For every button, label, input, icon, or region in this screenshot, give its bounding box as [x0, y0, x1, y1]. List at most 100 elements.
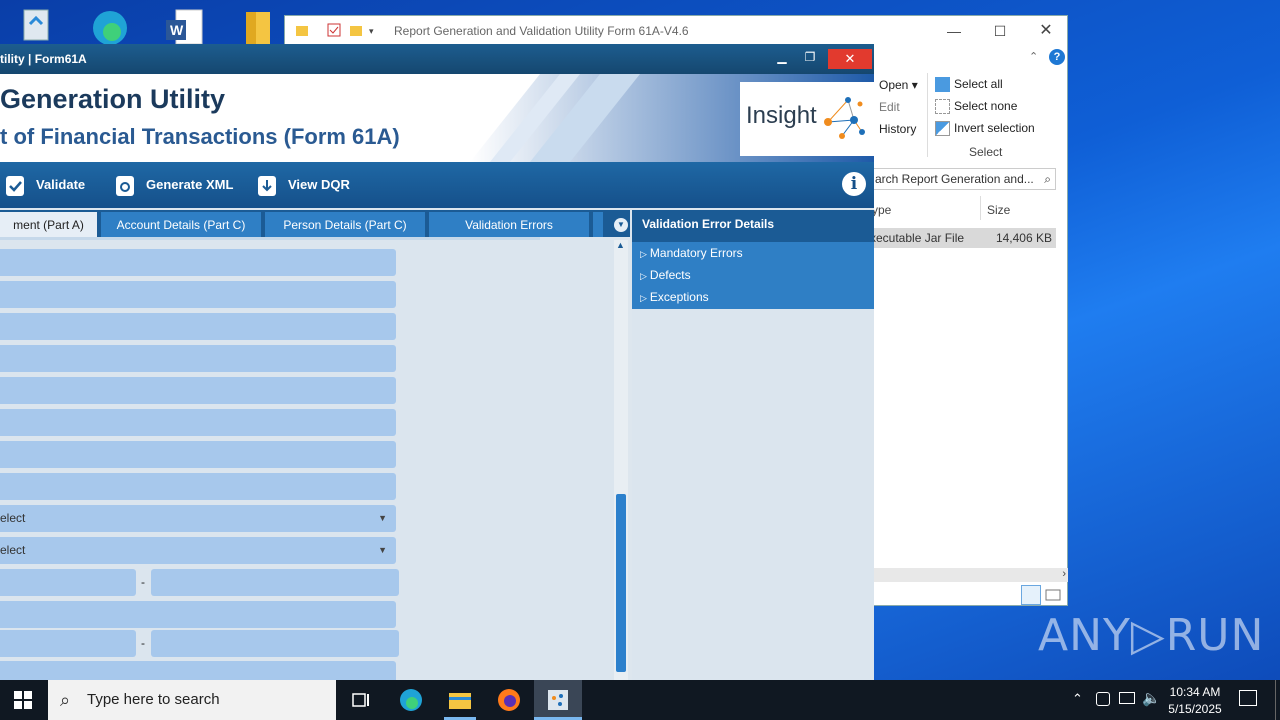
- tab-person-details[interactable]: Person Details (Part C): [265, 212, 425, 237]
- tab-account-details[interactable]: Account Details (Part C): [101, 212, 261, 237]
- app-minimize-button[interactable]: ▁: [772, 50, 792, 64]
- range-field-1-end[interactable]: [151, 569, 399, 596]
- app-restore-button[interactable]: ❐: [800, 50, 820, 64]
- task-view-icon[interactable]: [349, 688, 373, 712]
- select-field-2[interactable]: elect ▼: [0, 537, 396, 564]
- taskbar-search-box[interactable]: ⌕ Type here to search: [48, 680, 336, 720]
- insight-logo-mark: [824, 97, 865, 139]
- file-type: xecutable Jar File: [870, 231, 965, 245]
- history-button[interactable]: History: [879, 122, 916, 136]
- form-field-8[interactable]: [0, 473, 396, 500]
- range-dash-2: -: [141, 636, 145, 650]
- form-field-10[interactable]: [0, 661, 396, 682]
- error-panel-title: Validation Error Details: [632, 210, 874, 242]
- recycle-bin-icon[interactable]: [14, 6, 58, 44]
- new-folder-icon[interactable]: [349, 23, 363, 37]
- range-field-2-end[interactable]: [151, 630, 399, 657]
- form-vertical-scrollbar[interactable]: ▲: [614, 240, 628, 682]
- error-category-exceptions[interactable]: ▷ Exceptions: [640, 290, 709, 304]
- error-category-defects[interactable]: ▷ Defects: [640, 268, 691, 282]
- details-view-icon[interactable]: [1021, 585, 1041, 605]
- taskbar-search-placeholder: Type here to search: [87, 691, 220, 708]
- range-field-1-start[interactable]: [0, 569, 136, 596]
- tab-overflow[interactable]: [593, 212, 603, 237]
- column-divider: [980, 196, 981, 220]
- edit-button[interactable]: Edit: [879, 100, 900, 114]
- file-row[interactable]: xecutable Jar File 14,406 KB: [870, 228, 1056, 248]
- minimize-button[interactable]: —: [931, 16, 977, 46]
- folder-icon[interactable]: [295, 23, 309, 37]
- explorer-search-input[interactable]: arch Report Generation and... ⌕: [870, 168, 1056, 190]
- generate-xml-button[interactable]: Generate XML: [116, 172, 233, 198]
- select-none-label: Select none: [954, 99, 1018, 113]
- form-field-2[interactable]: [0, 281, 396, 308]
- scroll-right-arrow-icon[interactable]: ›: [1062, 568, 1066, 580]
- error-category-mandatory[interactable]: ▷ Mandatory Errors: [640, 246, 743, 260]
- error-category-label: Exceptions: [649, 290, 709, 304]
- insight-logo: Insight: [746, 102, 817, 129]
- volume-icon[interactable]: 🔈: [1142, 689, 1161, 707]
- search-icon: ⌕: [1044, 172, 1051, 186]
- tabs-dropdown-icon[interactable]: ▼: [614, 218, 628, 232]
- form-field-6[interactable]: [0, 409, 396, 436]
- invert-selection-label: Invert selection: [954, 121, 1035, 135]
- search-placeholder: arch Report Generation and...: [875, 172, 1034, 186]
- select-all-button[interactable]: Select all: [935, 77, 1003, 93]
- view-dqr-label: View DQR: [288, 177, 350, 192]
- explorer-column-headers: ype Size: [870, 196, 1060, 222]
- taskbar-clock[interactable]: 10:34 AM 5/15/2025: [1160, 684, 1230, 718]
- horizontal-scrollbar[interactable]: ›: [870, 568, 1068, 582]
- file-explorer-taskbar-icon[interactable]: [448, 688, 472, 712]
- form-field-7[interactable]: [0, 441, 396, 468]
- form-field-1[interactable]: [0, 249, 396, 276]
- meet-now-icon[interactable]: [1096, 692, 1110, 706]
- folder-desktop-icon[interactable]: [236, 6, 280, 44]
- properties-icon[interactable]: [327, 23, 341, 37]
- show-desktop-button[interactable]: [1275, 680, 1276, 720]
- banner-title: Generation Utility: [0, 84, 226, 114]
- dropdown-arrow-icon: ▼: [378, 545, 387, 555]
- java-app-taskbar-icon[interactable]: [546, 688, 570, 712]
- form-field-9[interactable]: [0, 601, 396, 628]
- open-button[interactable]: Open ▾: [879, 78, 918, 92]
- type-column-header[interactable]: ype: [872, 203, 891, 217]
- svg-text:W: W: [170, 22, 184, 38]
- ribbon-divider: [927, 73, 928, 157]
- tab-validation-errors[interactable]: Validation Errors: [429, 212, 589, 237]
- edge-desktop-icon[interactable]: [88, 6, 132, 45]
- form-field-5[interactable]: [0, 377, 396, 404]
- network-icon[interactable]: [1119, 692, 1135, 704]
- firefox-taskbar-icon[interactable]: [497, 688, 521, 712]
- view-dqr-button[interactable]: View DQR: [258, 172, 350, 198]
- validate-button[interactable]: Validate: [6, 172, 85, 198]
- maximize-button[interactable]: ☐: [977, 16, 1023, 46]
- word-document-icon[interactable]: W: [162, 6, 206, 45]
- close-button[interactable]: ✕: [1023, 16, 1069, 46]
- notifications-icon[interactable]: [1239, 690, 1257, 706]
- select-none-button[interactable]: Select none: [935, 99, 1018, 115]
- large-icons-view-icon[interactable]: [1043, 585, 1063, 605]
- scrollbar-thumb[interactable]: [616, 494, 626, 672]
- size-column-header[interactable]: Size: [987, 203, 1010, 217]
- clock-date: 5/15/2025: [1168, 702, 1222, 716]
- anyrun-watermark: ANY▷RUN: [1038, 610, 1265, 661]
- invert-selection-button[interactable]: Invert selection: [935, 121, 1035, 137]
- select-none-icon: [935, 99, 950, 115]
- info-icon[interactable]: i: [842, 172, 866, 196]
- form-field-4[interactable]: [0, 345, 396, 372]
- start-button-windows-icon[interactable]: [13, 690, 33, 710]
- select-field-1[interactable]: elect ▼: [0, 505, 396, 532]
- scroll-up-arrow-icon[interactable]: ▲: [616, 240, 625, 250]
- help-icon[interactable]: ?: [1049, 49, 1065, 65]
- range-field-2-start[interactable]: [0, 630, 136, 657]
- customize-qat-icon[interactable]: ▾: [369, 26, 383, 40]
- collapse-ribbon-icon[interactable]: ⌃: [1029, 50, 1038, 63]
- clock-time: 10:34 AM: [1169, 685, 1221, 699]
- form-field-3[interactable]: [0, 313, 396, 340]
- tab-statement-part-a[interactable]: ment (Part A): [0, 212, 97, 237]
- show-hidden-icons-chevron-icon[interactable]: ⌃: [1072, 691, 1083, 707]
- shield-check-icon: [6, 175, 24, 196]
- edge-taskbar-icon[interactable]: [399, 688, 423, 712]
- form-tabs: ment (Part A) Account Details (Part C) P…: [0, 210, 630, 237]
- app-close-button[interactable]: ✕: [828, 49, 872, 69]
